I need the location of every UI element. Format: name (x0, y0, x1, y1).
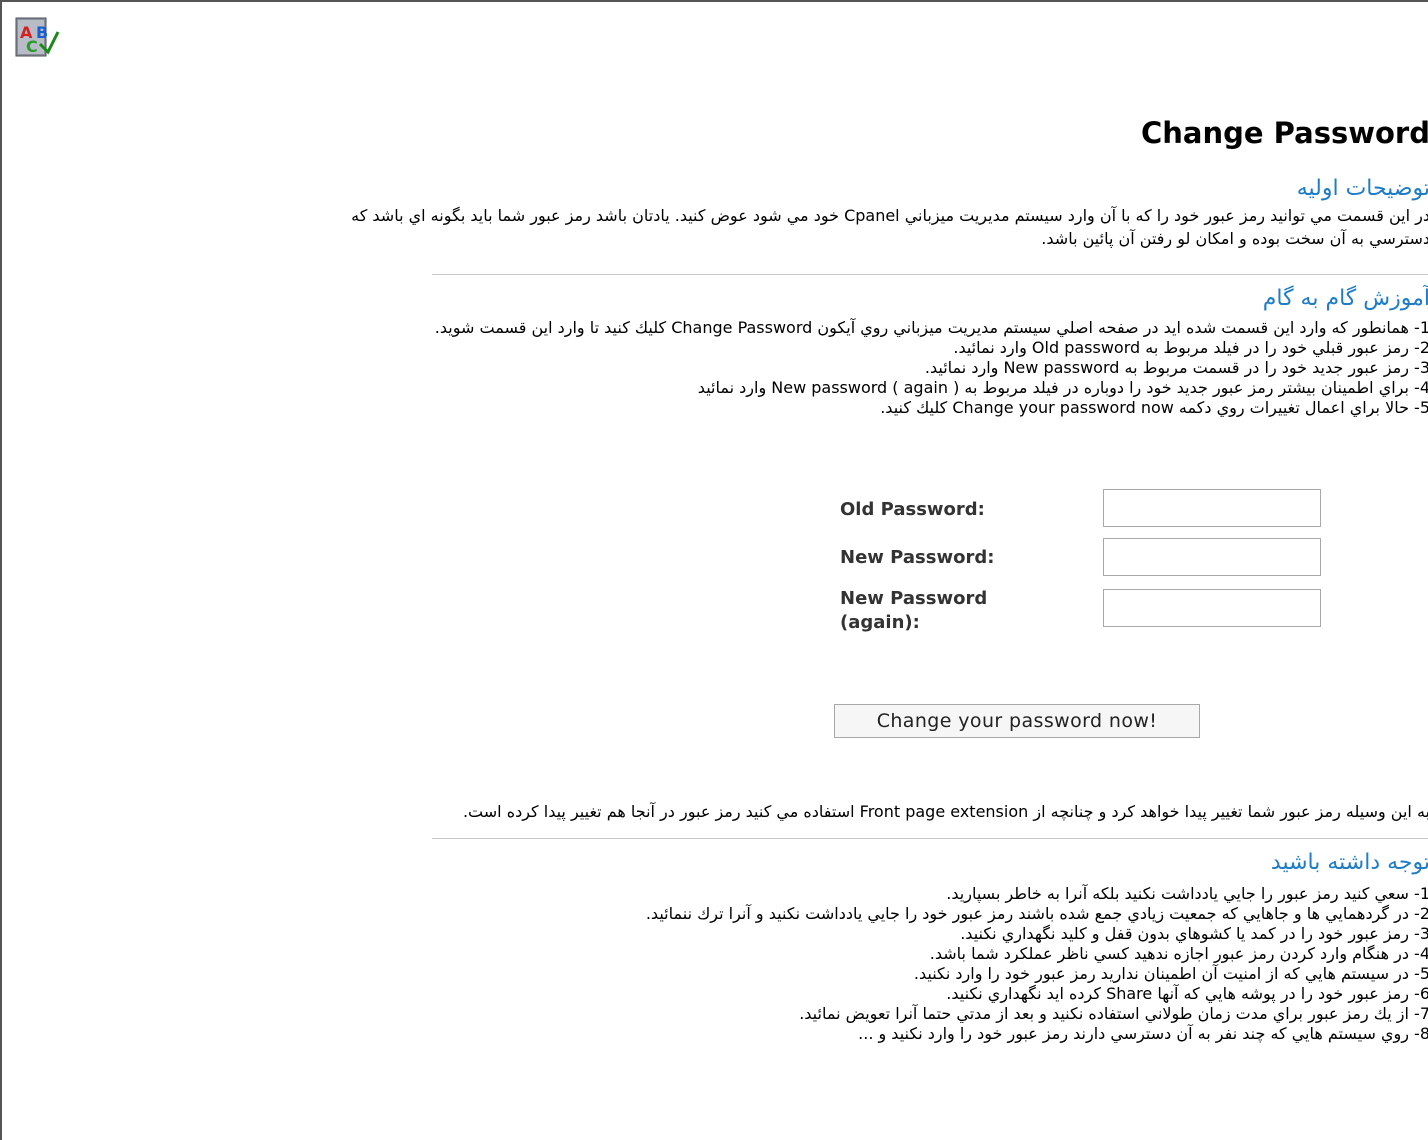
new-password-again-label: New Password (again): (840, 587, 987, 635)
step-item: 1- همانطور كه وارد اين قسمت شده ايد در ص… (434, 318, 1428, 337)
tip-item: 3- رمز عبور خود را در كمد يا كشوهاي بدون… (960, 924, 1428, 943)
new-password-input[interactable] (1103, 538, 1321, 576)
step-item: 2- رمز عبور قبلي خود را در فيلد مربوط به… (953, 338, 1428, 357)
step-item: 4- براي اطمينان بيشتر رمز عبور جديد خود … (697, 378, 1428, 397)
old-password-label: Old Password: (840, 499, 985, 520)
tip-item: 7- از يك رمز عبور براي مدت زمان طولاني ا… (799, 1004, 1428, 1023)
tips-heading: توجه داشته باشيد (1270, 850, 1428, 875)
divider (432, 838, 1428, 839)
svg-text:C: C (26, 37, 38, 56)
tip-item: 2- در گردهمايي ها و جاهايي كه جمعيت زياد… (645, 904, 1428, 923)
change-password-button[interactable]: Change your password now! (834, 704, 1200, 738)
spellcheck-abc-icon: A B C (15, 17, 60, 57)
intro-line-1: در اين قسمت مي توانيد رمز عبور خود را كه… (351, 206, 1428, 225)
new-password-again-input[interactable] (1103, 589, 1321, 627)
steps-list: 1- همانطور كه وارد اين قسمت شده ايد در ص… (435, 318, 1428, 418)
new-password-again-label-line1: New Password (840, 588, 988, 609)
old-password-input[interactable] (1103, 489, 1321, 527)
intro-line-2: دسترسي به آن سخت بوده و امكان لو رفتن آن… (1041, 229, 1428, 248)
tip-item: 5- در سيستم هايي كه از امنيت آن اطمينان … (913, 964, 1428, 983)
divider (432, 274, 1428, 275)
intro-heading: توضيحات اوليه (1296, 176, 1428, 201)
tip-item: 1- سعي كنيد رمز عبور را جايي يادداشت نكن… (946, 884, 1428, 903)
tip-item: 8- روي سيستم هايي كه چند نفر به آن دسترس… (858, 1024, 1428, 1043)
new-password-again-label-line2: (again): (840, 612, 920, 633)
tips-list: 1- سعي كنيد رمز عبور را جايي يادداشت نكن… (646, 884, 1428, 1044)
step-item: 5- حالا براي اعمال تغييرات روي دكمه Chan… (880, 398, 1428, 417)
tip-item: 6- رمز عبور خود را در پوشه هايي كه آنها … (946, 984, 1428, 1003)
steps-heading: آموزش گام به گام (1262, 286, 1428, 311)
step-item: 3- رمز عبور جديد خود را در قسمت مربوط به… (924, 358, 1428, 377)
result-note: به اين وسيله رمز عبور شما تغيير پيدا خوا… (462, 802, 1428, 821)
svg-text:B: B (36, 23, 48, 42)
page-title: Change Password (1140, 116, 1428, 150)
tip-item: 4- در هنگام وارد كردن رمز عبور اجازه نده… (929, 944, 1428, 963)
new-password-label: New Password: (840, 547, 995, 568)
